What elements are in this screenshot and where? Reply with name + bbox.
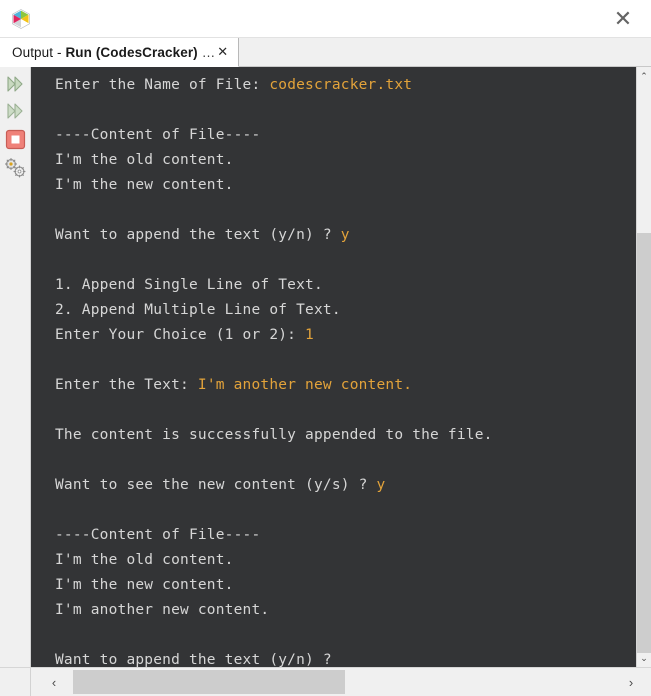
console-line: I'm the new content. xyxy=(55,573,636,598)
tab-close-icon[interactable]: ✕ xyxy=(217,44,228,60)
console-user-input: I'm another new content. xyxy=(197,377,413,393)
rerun-double-chevron-icon[interactable] xyxy=(3,71,28,96)
console-line: I'm the new content. xyxy=(55,173,636,198)
scrollbar-corner xyxy=(0,667,31,696)
console-user-input: y xyxy=(340,227,350,243)
console-line-text: ----Content of File---- xyxy=(55,527,261,543)
console-line: ----Content of File---- xyxy=(55,123,636,148)
output-window: ✕ Output - Run (CodesCracker) … ✕ Enter … xyxy=(0,0,651,696)
console-line-text: Want to append the text (y/n) ? xyxy=(55,652,341,667)
output-toolbar xyxy=(0,67,31,667)
console-text: Enter the Name of File: codescracker.txt… xyxy=(31,67,636,667)
console-line: The content is successfully appended to … xyxy=(55,423,636,448)
console-output-area[interactable]: Enter the Name of File: codescracker.txt… xyxy=(31,67,636,667)
horizontal-scrollbar-thumb[interactable] xyxy=(73,670,345,694)
rerun-with-different-params-double-chevron-icon[interactable] xyxy=(3,98,28,123)
vertical-scrollbar-thumb[interactable] xyxy=(637,233,651,653)
console-line: Enter the Name of File: codescracker.txt xyxy=(55,73,636,98)
console-line: I'm the old content. xyxy=(55,148,636,173)
tab-label-prefix: Output - xyxy=(12,44,66,60)
console-line-text: I'm the new content. xyxy=(55,177,234,193)
scroll-right-icon[interactable]: › xyxy=(621,670,641,694)
netbeans-cube-icon xyxy=(10,8,32,30)
stop-square-icon[interactable] xyxy=(3,127,28,152)
console-line-text: 2. Append Multiple Line of Text. xyxy=(55,302,341,318)
console-user-input: 1 xyxy=(305,327,314,343)
console-line: I'm the old content. xyxy=(55,548,636,573)
console-line: 1. Append Single Line of Text. xyxy=(55,273,636,298)
console-line: Want to see the new content (y/s) ? y xyxy=(55,473,636,498)
console-line-text: Want to see the new content (y/s) ? xyxy=(55,477,377,493)
console-line: 2. Append Multiple Line of Text. xyxy=(55,298,636,323)
console-line: Want to append the text (y/n) ? y xyxy=(55,223,636,248)
console-line-text: Enter the Text: xyxy=(55,377,198,393)
console-line-text: I'm the new content. xyxy=(55,577,234,593)
console-line-text: I'm the old content. xyxy=(55,152,234,168)
tab-output-run-codescracker[interactable]: Output - Run (CodesCracker) … ✕ xyxy=(0,38,240,67)
close-icon[interactable]: ✕ xyxy=(603,4,643,34)
console-line-text: The content is successfully appended to … xyxy=(55,427,493,443)
console-line-text: I'm the old content. xyxy=(55,552,234,568)
tab-label: Output - Run (CodesCracker) xyxy=(12,45,198,60)
scroll-down-icon[interactable]: ⌄ xyxy=(637,650,651,666)
console-line-text: ----Content of File---- xyxy=(55,127,261,143)
tab-strip: Output - Run (CodesCracker) … ✕ xyxy=(0,38,651,67)
console-user-input: y xyxy=(376,477,386,493)
vertical-scrollbar[interactable]: ⌃ ⌄ xyxy=(636,67,651,667)
console-line-text: Enter Your Choice (1 or 2): xyxy=(55,327,306,343)
console-line: ----Content of File---- xyxy=(55,523,636,548)
settings-gear-icon[interactable] xyxy=(3,155,28,180)
console-line-text: I'm another new content. xyxy=(55,602,270,618)
scroll-up-icon[interactable]: ⌃ xyxy=(637,68,651,84)
console-line: I'm another new content. xyxy=(55,598,636,623)
console-user-input: codescracker.txt xyxy=(269,77,413,93)
console-line: Want to append the text (y/n) ? xyxy=(55,648,636,667)
console-line-text: 1. Append Single Line of Text. xyxy=(55,277,323,293)
scroll-left-icon[interactable]: ‹ xyxy=(44,670,64,694)
console-line: Enter Your Choice (1 or 2): 1 xyxy=(55,323,636,348)
tab-overflow-ellipsis: … xyxy=(201,44,216,60)
console-line-text: Enter the Name of File: xyxy=(55,77,270,93)
output-body: Enter the Name of File: codescracker.txt… xyxy=(0,67,651,667)
tab-label-bold: Run (CodesCracker) xyxy=(65,44,198,60)
title-bar: ✕ xyxy=(0,0,651,38)
console-line: Enter the Text: I'm another new content. xyxy=(55,373,636,398)
horizontal-scrollbar[interactable]: ‹ › xyxy=(31,667,651,696)
console-line-text: Want to append the text (y/n) ? xyxy=(55,227,341,243)
